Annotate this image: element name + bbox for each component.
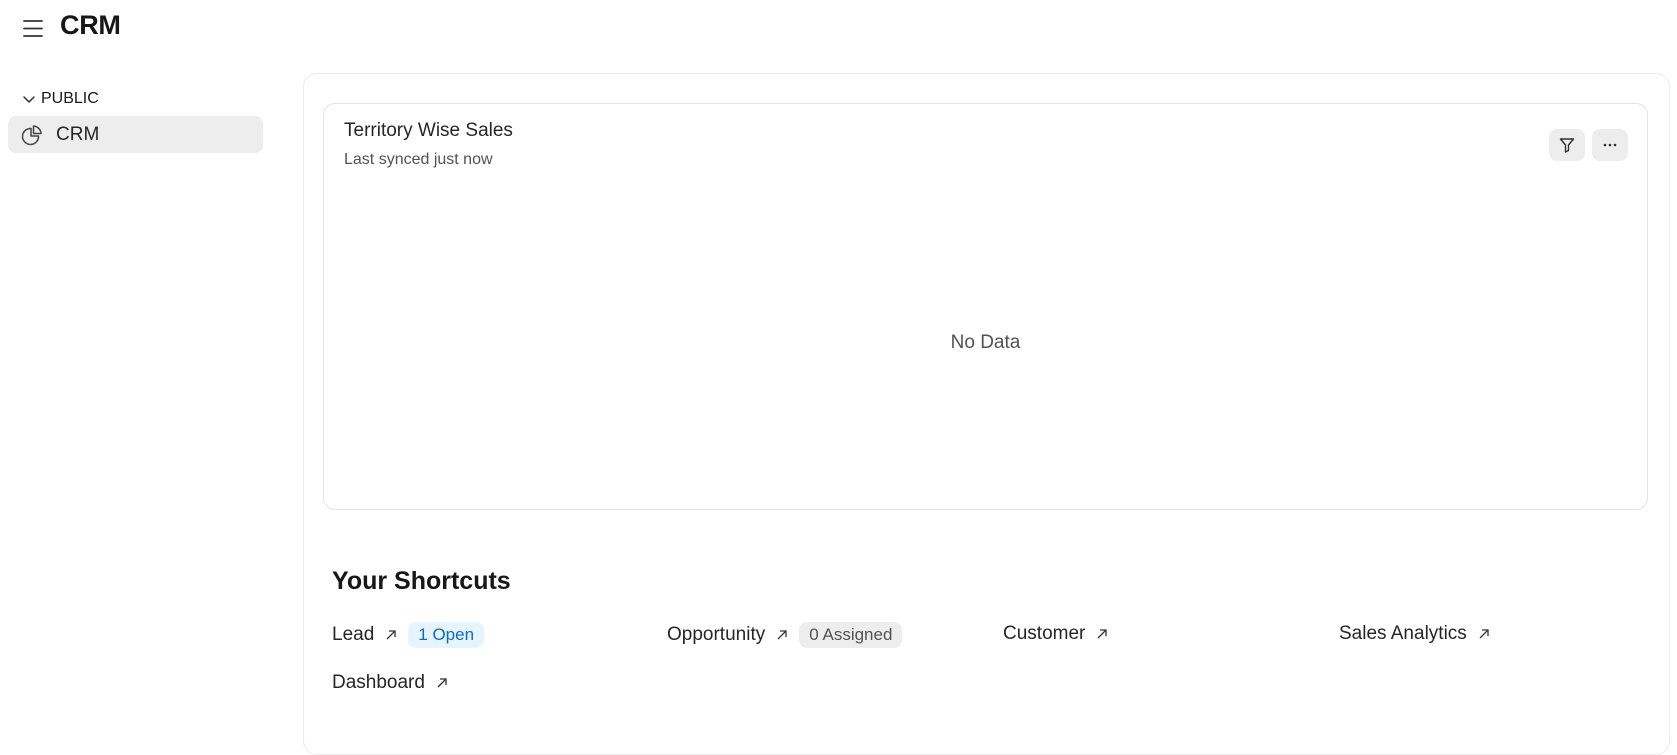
sidebar-item-label: CRM <box>56 123 100 145</box>
app-title: CRM <box>60 10 121 40</box>
shortcut-lead[interactable]: Lead 1 Open <box>332 621 485 649</box>
sidebar-section-public[interactable]: PUBLIC <box>22 88 99 110</box>
filter-button[interactable] <box>1549 129 1585 161</box>
shortcut-dashboard[interactable]: Dashboard <box>332 669 449 697</box>
shortcut-label: Customer <box>1003 623 1086 644</box>
chevron-down-icon <box>22 92 36 106</box>
shortcuts-title: Your Shortcuts <box>332 567 511 595</box>
menu-icon[interactable] <box>22 18 46 40</box>
pie-chart-icon <box>21 124 43 146</box>
shortcut-customer[interactable]: Customer <box>1003 620 1109 648</box>
more-options-button[interactable] <box>1592 129 1628 161</box>
shortcut-sales-analytics[interactable]: Sales Analytics <box>1339 620 1491 648</box>
more-icon <box>1601 136 1619 154</box>
workspace-panel: Territory Wise Sales Last synced just no… <box>303 73 1670 755</box>
sidebar-item-crm[interactable]: CRM <box>8 116 263 153</box>
sidebar-section-label: PUBLIC <box>41 90 99 107</box>
shortcut-label: Lead <box>332 624 375 645</box>
shortcut-opportunity[interactable]: Opportunity 0 Assigned <box>667 621 903 649</box>
chart-card: Territory Wise Sales Last synced just no… <box>323 103 1648 510</box>
arrow-up-right-icon <box>775 628 789 642</box>
arrow-up-right-icon <box>1095 627 1109 641</box>
open-count-badge: 1 Open <box>408 622 485 648</box>
top-bar: CRM <box>0 0 1677 56</box>
shortcut-label: Opportunity <box>667 624 766 645</box>
empty-state-text: No Data <box>950 332 1021 353</box>
chart-title: Territory Wise Sales <box>344 120 513 141</box>
filter-icon <box>1558 136 1576 154</box>
assigned-count-badge: 0 Assigned <box>799 622 903 648</box>
arrow-up-right-icon <box>1477 627 1491 641</box>
chart-sync-status: Last synced just now <box>344 151 493 168</box>
shortcut-label: Sales Analytics <box>1339 623 1467 644</box>
arrow-up-right-icon <box>435 676 449 690</box>
shortcut-label: Dashboard <box>332 672 425 693</box>
arrow-up-right-icon <box>384 628 398 642</box>
